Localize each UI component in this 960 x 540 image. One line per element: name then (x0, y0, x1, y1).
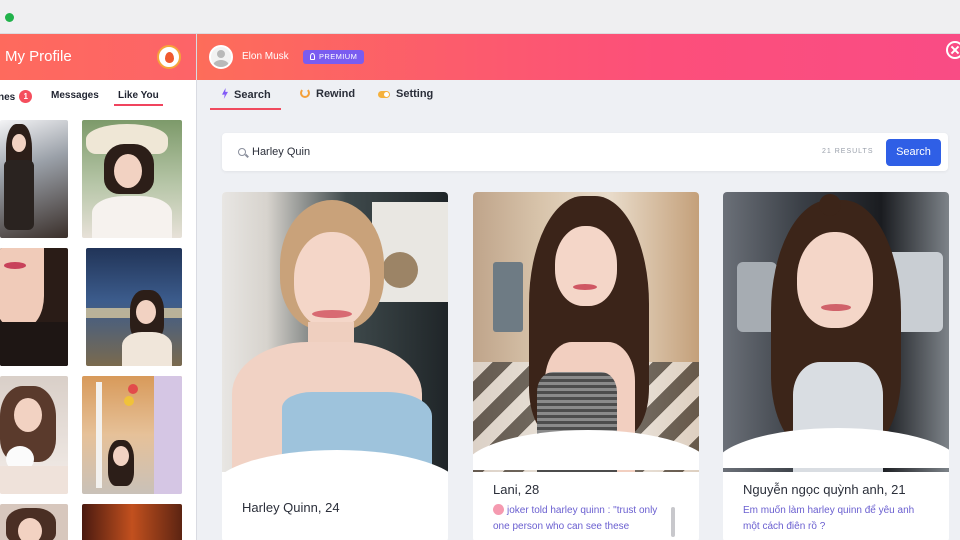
left-panel-header: My Profile (0, 34, 196, 80)
profile-name: Harley Quinn, 24 (242, 500, 340, 515)
tab-rewind[interactable]: Rewind (300, 88, 355, 106)
toggle-icon (378, 91, 390, 98)
results-count: 21 RESULTS (822, 148, 874, 155)
like-you-thumbnail[interactable] (0, 248, 68, 366)
tab-matches-label: nes (0, 92, 16, 103)
tab-matches[interactable]: nes 1 (0, 90, 33, 103)
profile-card[interactable]: Lani, 28 joker told harley quinn : "trus… (473, 192, 699, 540)
user-name[interactable]: Elon Musk (242, 51, 289, 62)
like-you-thumbnail[interactable] (0, 504, 68, 540)
matches-count-badge: 1 (19, 90, 33, 103)
like-you-thumbnail[interactable] (82, 376, 182, 494)
tab-search-label: Search (234, 89, 271, 101)
window-maximize-button[interactable] (5, 13, 14, 22)
profile-bio: Em muốn làm harley quinn để yêu anh một … (743, 505, 915, 532)
top-bar: Elon Musk PREMIUM (197, 34, 960, 80)
like-you-thumbnail[interactable] (82, 120, 182, 238)
tab-rewind-label: Rewind (316, 88, 356, 100)
left-panel-tabs: nes 1 Messages Like You (0, 80, 196, 110)
trophy-icon (310, 53, 315, 60)
tab-messages[interactable]: Messages (51, 90, 99, 101)
profile-bio: joker told harley quinn : "trust only on… (493, 503, 668, 535)
profile-name: Lani, 28 (493, 482, 540, 497)
tab-like-you[interactable]: Like You (114, 90, 163, 106)
search-icon (238, 148, 246, 156)
like-you-thumbnail[interactable] (82, 504, 182, 540)
close-icon[interactable] (946, 41, 960, 59)
flower-icon (493, 504, 504, 515)
search-input[interactable] (252, 145, 752, 159)
profile-photo (222, 192, 448, 472)
tab-setting-label: Setting (396, 88, 434, 100)
left-panel-title: My Profile (5, 48, 72, 65)
browser-chrome (0, 0, 960, 34)
like-you-thumbnail[interactable] (86, 248, 182, 366)
profile-bio-text: joker told harley quinn : "trust only on… (493, 505, 658, 532)
fire-icon[interactable] (157, 45, 181, 69)
premium-label: PREMIUM (319, 52, 358, 61)
search-button[interactable]: Search (886, 139, 941, 166)
like-you-thumbnail[interactable] (0, 120, 68, 238)
rewind-icon (300, 88, 310, 98)
search-bar: 21 RESULTS Search (222, 133, 948, 171)
tab-search[interactable]: Search (210, 88, 281, 110)
left-panel: My Profile nes 1 Messages Like You (0, 34, 196, 540)
tab-setting[interactable]: Setting (378, 88, 433, 106)
like-you-thumbnail[interactable] (0, 376, 68, 494)
lightning-icon (222, 88, 228, 99)
profile-card[interactable]: Nguyễn ngọc quỳnh anh, 21 Em muốn làm ha… (723, 192, 949, 540)
profile-card[interactable]: Harley Quinn, 24 (222, 192, 448, 540)
bio-scrollbar[interactable] (671, 507, 675, 537)
profile-name: Nguyễn ngọc quỳnh anh, 21 (743, 482, 906, 497)
user-avatar[interactable] (209, 45, 233, 69)
premium-badge: PREMIUM (303, 50, 365, 64)
panel-divider (196, 34, 197, 540)
